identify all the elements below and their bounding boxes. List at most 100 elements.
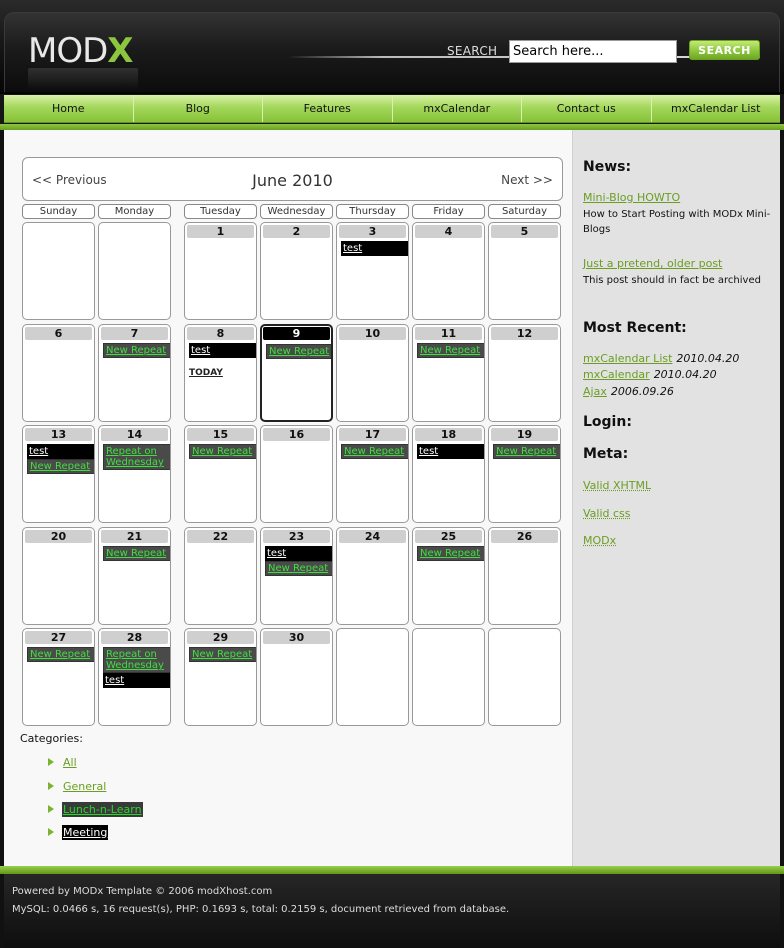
calendar-day-9[interactable]: 9 New Repeat (260, 324, 333, 422)
event-link-test[interactable]: test (189, 343, 256, 358)
day-number[interactable]: 4 (415, 225, 482, 238)
calendar-day-27[interactable]: 27 New Repeat (22, 628, 95, 726)
calendar-day-16[interactable]: 16 (260, 425, 333, 523)
day-number[interactable]: 15 (187, 428, 254, 441)
category-link-general[interactable]: General (62, 779, 107, 794)
calendar-day-21[interactable]: 21 New Repeat (98, 527, 171, 625)
nav-item-features[interactable]: Features (263, 95, 393, 122)
day-number[interactable]: 11 (415, 327, 482, 340)
calendar-day-8[interactable]: 8 test TODAY (184, 324, 257, 422)
news-link-older-post[interactable]: Just a pretend, older post (583, 257, 722, 270)
calendar-day-4[interactable]: 4 (412, 222, 485, 320)
calendar-day-19[interactable]: 19 New Repeat (488, 425, 561, 523)
calendar-day-10[interactable]: 10 (336, 324, 409, 422)
day-number[interactable]: 10 (339, 327, 406, 340)
category-link-lunch-n-learn[interactable]: Lunch-n-Learn (62, 802, 143, 817)
calendar-day-18[interactable]: 18 test (412, 425, 485, 523)
event-link-repeat[interactable]: New Repeat (27, 647, 94, 662)
day-number[interactable]: 2 (263, 225, 330, 238)
day-number[interactable]: 14 (101, 428, 168, 441)
calendar-day-1[interactable]: 1 (184, 222, 257, 320)
day-number[interactable]: 1 (187, 225, 254, 238)
calendar-day-17[interactable]: 17 New Repeat (336, 425, 409, 523)
search-button[interactable]: SEARCH (689, 40, 760, 60)
event-link-repeat[interactable]: New Repeat (417, 343, 484, 358)
event-link-repeat[interactable]: New Repeat (266, 344, 331, 359)
event-link-test[interactable]: test (103, 673, 170, 688)
day-number[interactable]: 27 (25, 631, 92, 644)
event-link-test[interactable]: test (417, 444, 484, 459)
recent-link-mxcalendar[interactable]: mxCalendar (583, 368, 650, 381)
day-number[interactable]: 21 (101, 530, 168, 543)
nav-item-mxcalendar[interactable]: mxCalendar (393, 95, 522, 122)
calendar-day-29[interactable]: 29 New Repeat (184, 628, 257, 726)
nav-item-blog[interactable]: Blog (134, 95, 263, 122)
calendar-day-22[interactable]: 22 (184, 527, 257, 625)
meta-link-modx[interactable]: MODx (583, 534, 616, 547)
calendar-day-14[interactable]: 14 Repeat on Wednesday (98, 425, 171, 523)
news-link-mini-blog-howto[interactable]: Mini-Blog HOWTO (583, 191, 680, 204)
site-logo[interactable]: MODX (28, 34, 134, 68)
day-number[interactable]: 17 (339, 428, 406, 441)
day-number[interactable]: 26 (491, 530, 558, 543)
day-number[interactable]: 25 (415, 530, 482, 543)
meta-link-valid-css[interactable]: Valid css (583, 507, 631, 520)
event-link-repeat[interactable]: New Repeat (27, 459, 94, 474)
day-number[interactable]: 16 (263, 428, 330, 441)
event-link-repeat[interactable]: New Repeat (103, 343, 170, 358)
calendar-day-12[interactable]: 12 (488, 324, 561, 422)
event-link-repeat[interactable]: New Repeat (493, 444, 560, 459)
day-number[interactable]: 3 (339, 225, 406, 238)
calendar-day-15[interactable]: 15 New Repeat (184, 425, 257, 523)
event-link-repeat[interactable]: New Repeat (189, 647, 256, 662)
event-link-test[interactable]: test (341, 241, 408, 256)
calendar-day-28[interactable]: 28 Repeat on Wednesday test (98, 628, 171, 726)
today-marker[interactable]: TODAY (189, 368, 256, 378)
calendar-day-11[interactable]: 11 New Repeat (412, 324, 485, 422)
calendar-day-5[interactable]: 5 (488, 222, 561, 320)
event-link-repeat[interactable]: New Repeat (417, 546, 484, 561)
nav-item-contact-us[interactable]: Contact us (522, 95, 652, 122)
day-number[interactable]: 22 (187, 530, 254, 543)
calendar-day-6[interactable]: 6 (22, 324, 95, 422)
calendar-day-26[interactable]: 26 (488, 527, 561, 625)
event-link-repeat[interactable]: New Repeat (265, 561, 332, 576)
calendar-day-30[interactable]: 30 (260, 628, 333, 726)
category-link-meeting[interactable]: Meeting (62, 825, 109, 840)
day-number[interactable]: 8 (187, 327, 254, 340)
event-link-repeat[interactable]: New Repeat (189, 444, 256, 459)
calendar-day-7[interactable]: 7 New Repeat (98, 324, 171, 422)
calendar-day-3[interactable]: 3 test (336, 222, 409, 320)
nav-item-home[interactable]: Home (4, 95, 134, 122)
day-number[interactable]: 7 (101, 327, 168, 340)
day-number[interactable]: 28 (101, 631, 168, 644)
search-input[interactable] (509, 40, 677, 63)
day-number[interactable]: 13 (25, 428, 92, 441)
day-number[interactable]: 29 (187, 631, 254, 644)
nav-item-mxcalendar-list[interactable]: mxCalendar List (652, 95, 781, 122)
day-number[interactable]: 6 (25, 327, 92, 340)
event-link-repeat[interactable]: Repeat on Wednesday (103, 647, 170, 673)
day-number[interactable]: 30 (263, 631, 330, 644)
recent-link-ajax[interactable]: Ajax (583, 385, 607, 398)
calendar-day-24[interactable]: 24 (336, 527, 409, 625)
calendar-day-23[interactable]: 23 test New Repeat (260, 527, 333, 625)
day-number[interactable]: 23 (263, 530, 330, 543)
calendar-day-2[interactable]: 2 (260, 222, 333, 320)
calendar-day-25[interactable]: 25 New Repeat (412, 527, 485, 625)
day-number[interactable]: 12 (491, 327, 558, 340)
calendar-day-13[interactable]: 13 test New Repeat (22, 425, 95, 523)
next-month-link[interactable]: Next >> (501, 173, 553, 187)
meta-link-valid-xhtml[interactable]: Valid XHTML (583, 479, 651, 492)
day-number[interactable]: 24 (339, 530, 406, 543)
event-link-repeat[interactable]: New Repeat (103, 546, 170, 561)
day-number[interactable]: 20 (25, 530, 92, 543)
day-number[interactable]: 18 (415, 428, 482, 441)
calendar-day-20[interactable]: 20 (22, 527, 95, 625)
category-link-all[interactable]: All (62, 755, 78, 770)
event-link-repeat[interactable]: Repeat on Wednesday (103, 444, 170, 470)
day-number[interactable]: 19 (491, 428, 558, 441)
event-link-test[interactable]: test (27, 444, 94, 459)
recent-link-mxcalendar-list[interactable]: mxCalendar List (583, 352, 672, 365)
event-link-test[interactable]: test (265, 546, 332, 561)
